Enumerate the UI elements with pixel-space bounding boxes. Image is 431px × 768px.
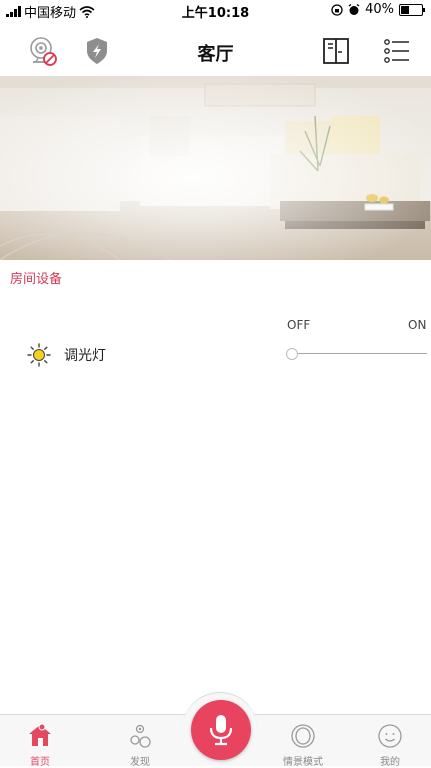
cabinet-icon <box>323 38 349 64</box>
room-banner <box>0 76 431 260</box>
page-title: 客厅 <box>197 44 234 65</box>
voice-button[interactable] <box>191 700 251 760</box>
menu-list-icon <box>384 39 409 63</box>
scene-icon <box>291 724 315 748</box>
tab-home[interactable]: 首页 <box>10 715 70 768</box>
tab-label: 我的 <box>380 757 400 768</box>
tab-scene[interactable]: 情景模式 <box>273 715 333 768</box>
wardrobe-button[interactable] <box>319 34 353 68</box>
status-right: 40% <box>331 2 425 17</box>
header: 客厅 <box>0 26 431 76</box>
orientation-lock-icon <box>331 3 343 16</box>
slider-off-label: OFF <box>287 318 311 332</box>
slider-track <box>287 353 427 354</box>
device-name: 调光灯 <box>64 348 106 364</box>
menu-button[interactable] <box>379 34 413 68</box>
battery-icon <box>399 3 425 16</box>
tab-profile[interactable]: 我的 <box>360 715 420 768</box>
light-bulb-icon <box>27 343 51 367</box>
alarm-icon <box>348 3 360 15</box>
dimmer-slider[interactable] <box>286 346 427 362</box>
section-title: 房间设备 <box>10 272 63 287</box>
tab-label: 情景模式 <box>283 757 323 768</box>
battery-percent: 40% <box>365 2 394 17</box>
home-icon <box>29 723 51 746</box>
slider-handle[interactable] <box>286 348 298 360</box>
discover-icon <box>130 724 151 748</box>
tab-label: 首页 <box>30 757 50 768</box>
tab-discover[interactable]: 发现 <box>110 715 170 768</box>
tab-label: 发现 <box>130 757 150 768</box>
living-room-image <box>0 76 431 260</box>
profile-icon <box>378 724 402 748</box>
microphone-icon <box>209 715 233 746</box>
slider-on-label: ON <box>408 318 427 332</box>
status-bar: 中国移动 上午10:18 40% <box>0 0 431 21</box>
